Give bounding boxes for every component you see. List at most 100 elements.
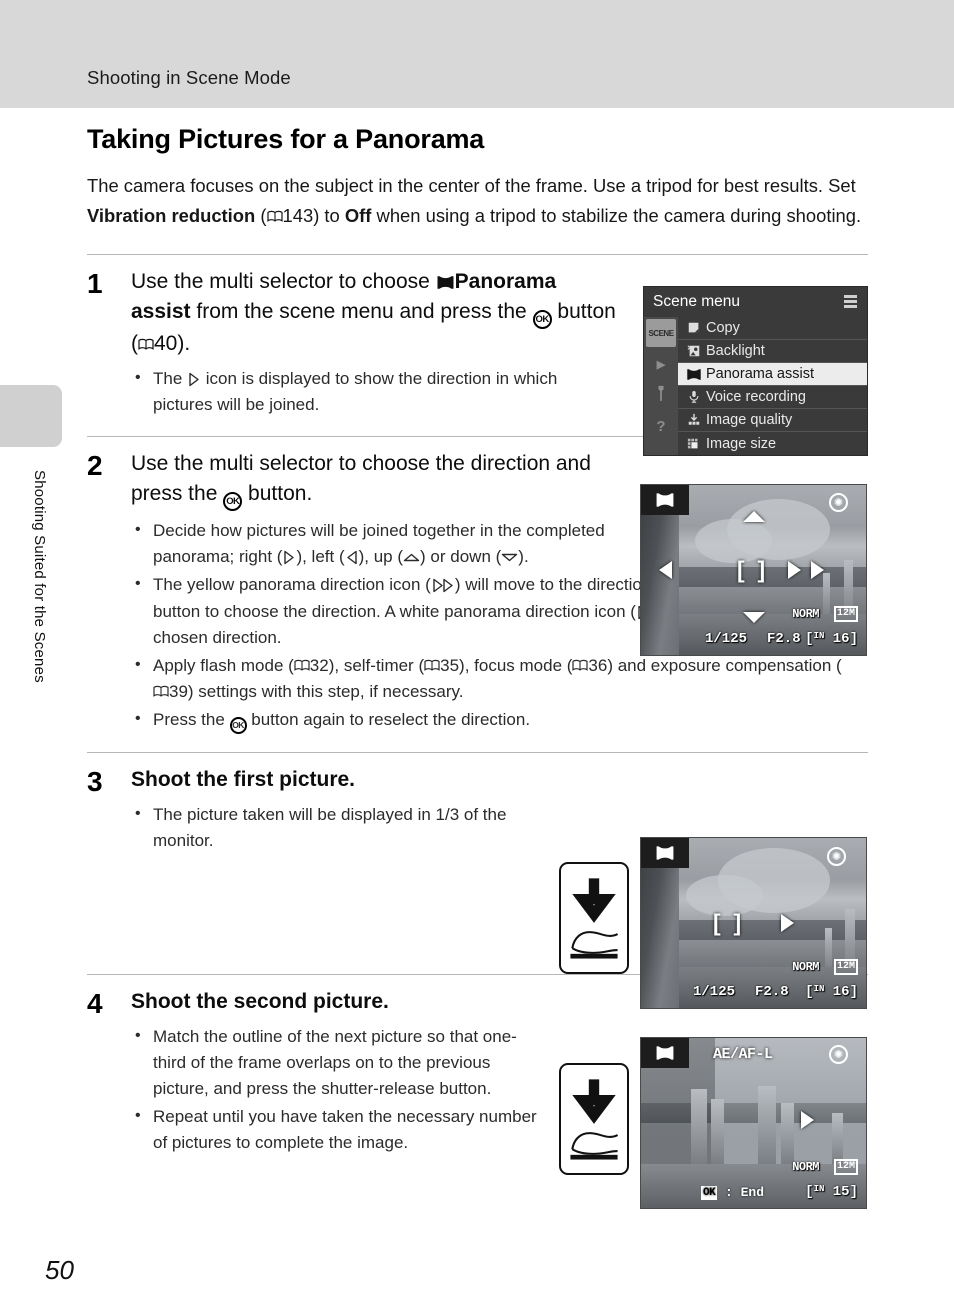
step-1-bullet-1-text-a: The	[153, 369, 188, 388]
ok-key-label: OK	[701, 1186, 718, 1200]
lcd-tower	[823, 573, 830, 618]
scene-menu-tab-column: SCENE ▶ ?	[644, 317, 678, 455]
step-2-head-text-c: button.	[242, 482, 313, 505]
ok-button-icon: OK	[229, 717, 247, 734]
panorama-mode-tag	[641, 485, 689, 515]
s2b1-d: ) or down (	[420, 547, 502, 566]
image-quality-icon	[682, 413, 706, 427]
s2b3-e: ) settings with this step, if necessary.	[187, 682, 464, 701]
frames-remaining-indicator: [IN 15]	[805, 1184, 858, 1200]
chapter-side-label: Shooting Suited for the Scenes	[31, 470, 48, 683]
direction-up-icon	[742, 511, 765, 522]
running-header-title: Shooting in Scene Mode	[87, 67, 291, 88]
lcd-tower	[690, 1089, 707, 1164]
frames-remaining-indicator: [IN 16]	[805, 631, 858, 647]
shutter-speed-indicator: 1/125	[705, 631, 748, 647]
s2b1-b: ), left (	[296, 547, 345, 566]
microphone-icon	[682, 390, 706, 404]
direction-right-icon	[788, 561, 801, 579]
step-3-bullet-1: The picture taken will be displayed in 1…	[131, 801, 531, 854]
memory-indicator: IN	[813, 1184, 825, 1194]
image-size-icon	[682, 437, 706, 451]
menu-item-voice-recording[interactable]: Voice recording	[678, 386, 867, 409]
sidebar-item-help[interactable]: ?	[646, 412, 676, 440]
camera-lcd-step3: ✺ [ ] NORM 12M 1/125 F2.8 [IN 16]	[640, 837, 867, 1009]
intro-bold-off: Off	[344, 205, 372, 226]
step-1-head-text-a: Use the multi selector to choose	[131, 270, 436, 293]
step-3-heading: Shoot the first picture.	[131, 768, 356, 791]
step-3-number: 3	[87, 766, 103, 797]
menu-item-copy[interactable]: Copy	[678, 317, 867, 340]
vibration-reduction-icon: ✺	[829, 1045, 848, 1064]
panorama-assist-icon	[682, 368, 706, 381]
sidebar-item-playback[interactable]: ▶	[646, 350, 676, 378]
step-2-bullet-1: Decide how pictures will be joined toget…	[131, 517, 621, 570]
sidebar-item-setup[interactable]	[646, 381, 676, 409]
manual-page: Shooting in Scene Mode Shooting Suited f…	[0, 0, 954, 1314]
intro-text-3: ) to	[313, 205, 345, 226]
chapter-thumb-tab	[0, 385, 62, 447]
playback-icon: ▶	[656, 358, 666, 371]
intro-text-1: The camera focuses on the subject in the…	[87, 175, 856, 196]
scene-menu-screenshot: Scene menu SCENE ▶ ? Copy Backlight Pano…	[643, 286, 868, 456]
ok-hint-text: : End	[725, 1185, 765, 1200]
image-size-indicator: 12M	[833, 606, 858, 622]
lcd-tower	[710, 1099, 724, 1164]
menu-item-label: Backlight	[706, 343, 765, 359]
step-4-bullet-2: Repeat until you have taken the necessar…	[131, 1103, 541, 1156]
s2b3-ref1: 32	[309, 656, 329, 675]
scene-menu-title: Scene menu	[653, 293, 741, 310]
s2b4-b: button again to reselect the direction.	[246, 710, 531, 729]
page-number: 50	[45, 1255, 74, 1285]
shutter-speed-indicator: 1/125	[693, 984, 736, 1000]
direction-left-icon	[345, 547, 359, 565]
image-quality-indicator: NORM	[792, 1160, 819, 1174]
s2b3-c: ), focus mode (	[459, 656, 573, 675]
shutter-press-pictogram-step4	[559, 1063, 629, 1175]
image-quality-indicator: NORM	[792, 960, 819, 974]
memory-indicator: IN	[813, 984, 825, 994]
frames-remaining-indicator: [IN 16]	[805, 984, 858, 1000]
running-header-band	[0, 0, 954, 108]
menu-item-image-size[interactable]: Image size	[678, 432, 867, 455]
direction-right-icon	[282, 547, 296, 565]
frames-count: 16	[832, 631, 850, 647]
menu-item-backlight[interactable]: Backlight	[678, 340, 867, 363]
s2b3-ref2: 35	[440, 656, 460, 675]
sidebar-item-scene[interactable]: SCENE	[646, 319, 676, 347]
step-1-bullet-1: The icon is displayed to show the direct…	[131, 365, 621, 418]
step-2-bullet-3: Apply flash mode (32), self-timer (35), …	[131, 652, 851, 705]
book-reference-icon	[153, 685, 169, 698]
s2b3-a: Apply flash mode (	[153, 656, 294, 675]
step-1-head-text-d: ).	[177, 332, 191, 355]
s2b3-ref3: 36	[588, 656, 608, 675]
menu-item-image-quality[interactable]: Image quality	[678, 409, 867, 432]
step-4-number: 4	[87, 988, 103, 1019]
shutter-press-pictogram-step3	[559, 862, 629, 974]
direction-right-icon	[441, 575, 455, 593]
s2b1-e: ).	[518, 547, 529, 566]
scene-menu-item-list: Copy Backlight Panorama assist Voice rec…	[678, 317, 867, 455]
book-reference-icon	[266, 210, 283, 223]
direction-up-icon	[403, 547, 420, 562]
wrench-icon	[655, 385, 667, 405]
step-1-number: 1	[87, 268, 103, 299]
image-size-indicator: 12M	[833, 959, 858, 975]
panorama-mode-tag	[641, 838, 689, 868]
lcd-tower	[832, 1112, 844, 1164]
step-2-number: 2	[87, 450, 103, 481]
lcd-tower	[758, 1085, 776, 1164]
step-1-heading: Use the multi selector to choose Panoram…	[131, 267, 621, 359]
menu-item-panorama-assist[interactable]: Panorama assist	[678, 363, 867, 386]
intro-ref-143: 143	[282, 205, 314, 226]
ok-end-hint: OK : End	[701, 1185, 764, 1200]
s2b3-ref4: 39	[169, 682, 188, 701]
focus-bracket: [ ]	[713, 909, 742, 936]
book-reference-icon	[572, 659, 589, 672]
backlight-icon	[682, 344, 706, 358]
aperture-indicator: F2.8	[767, 631, 801, 647]
direction-left-icon	[659, 561, 672, 579]
direction-down-icon	[742, 612, 765, 623]
direction-right-icon	[187, 369, 201, 387]
direction-right-icon	[801, 1110, 814, 1129]
